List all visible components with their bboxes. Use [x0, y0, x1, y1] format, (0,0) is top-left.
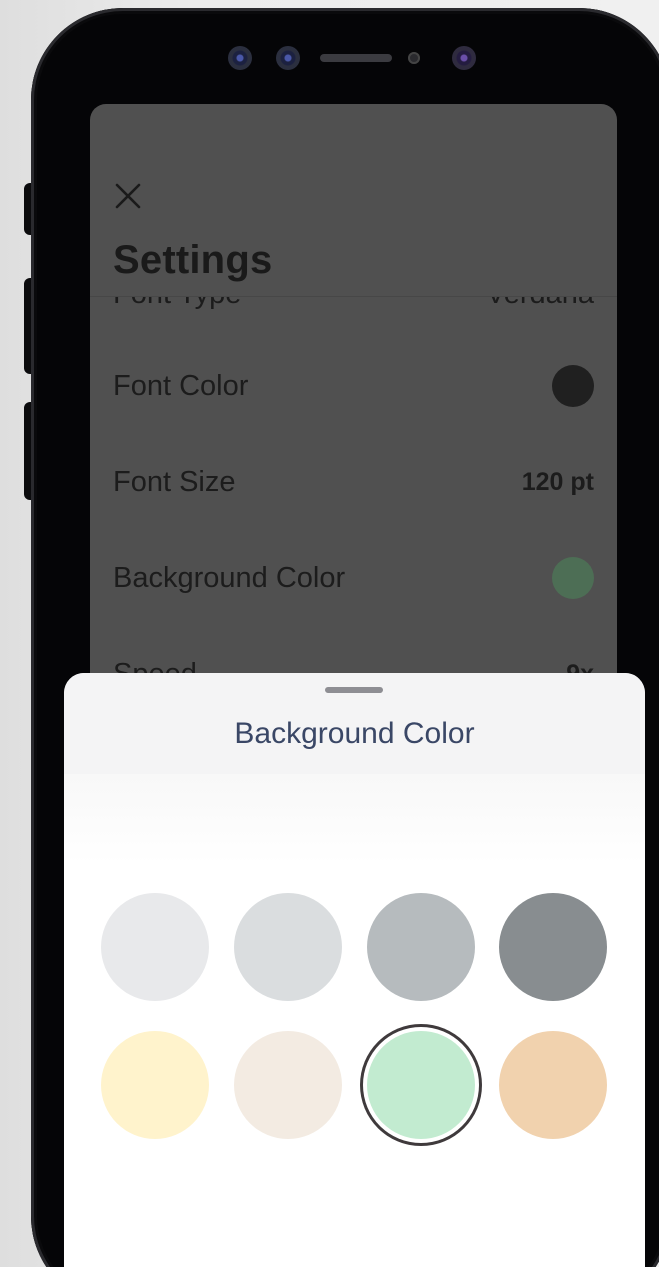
settings-row-font-size[interactable]: Font Size 120 pt	[113, 462, 594, 502]
page-title: Settings	[113, 238, 273, 282]
color-swatch-6[interactable]	[234, 1031, 342, 1139]
front-camera-secondary-icon	[452, 46, 476, 70]
settings-row-label: Font Color	[113, 369, 249, 402]
settings-row-label: Font Type	[113, 296, 241, 311]
front-camera-icon	[228, 46, 252, 70]
header-divider	[90, 296, 617, 297]
settings-row-background-color[interactable]: Background Color	[113, 557, 594, 599]
color-swatch-3[interactable]	[367, 893, 475, 1001]
sheet-header: Background Color	[64, 673, 645, 774]
settings-row-value: Verdana	[486, 296, 594, 311]
settings-row-font-color[interactable]: Font Color	[113, 365, 594, 407]
color-swatch-4[interactable]	[499, 893, 607, 1001]
sheet-grabber-handle[interactable]	[325, 687, 383, 693]
color-picker-grid	[64, 774, 645, 1267]
front-sensor-icon	[276, 46, 300, 70]
background-color-sheet: Background Color	[64, 673, 645, 1267]
sheet-title: Background Color	[234, 717, 475, 750]
font-color-swatch	[552, 365, 594, 407]
color-swatch-7[interactable]	[367, 1031, 475, 1139]
settings-row-label: Background Color	[113, 561, 346, 594]
color-swatch-8[interactable]	[499, 1031, 607, 1139]
earpiece-speaker	[320, 54, 392, 62]
proximity-sensor-icon	[408, 52, 420, 64]
background-color-swatch	[552, 557, 594, 599]
color-swatch-1[interactable]	[101, 893, 209, 1001]
device-stage: Settings Font Type Verdana Font Color Fo…	[0, 0, 659, 1267]
settings-row-font-type[interactable]: Font Type Verdana	[113, 296, 594, 314]
settings-row-value: 120 pt	[521, 467, 594, 496]
color-swatch-2[interactable]	[234, 893, 342, 1001]
settings-row-label: Font Size	[113, 465, 236, 498]
color-swatch-5[interactable]	[101, 1031, 209, 1139]
close-icon[interactable]	[114, 182, 142, 210]
